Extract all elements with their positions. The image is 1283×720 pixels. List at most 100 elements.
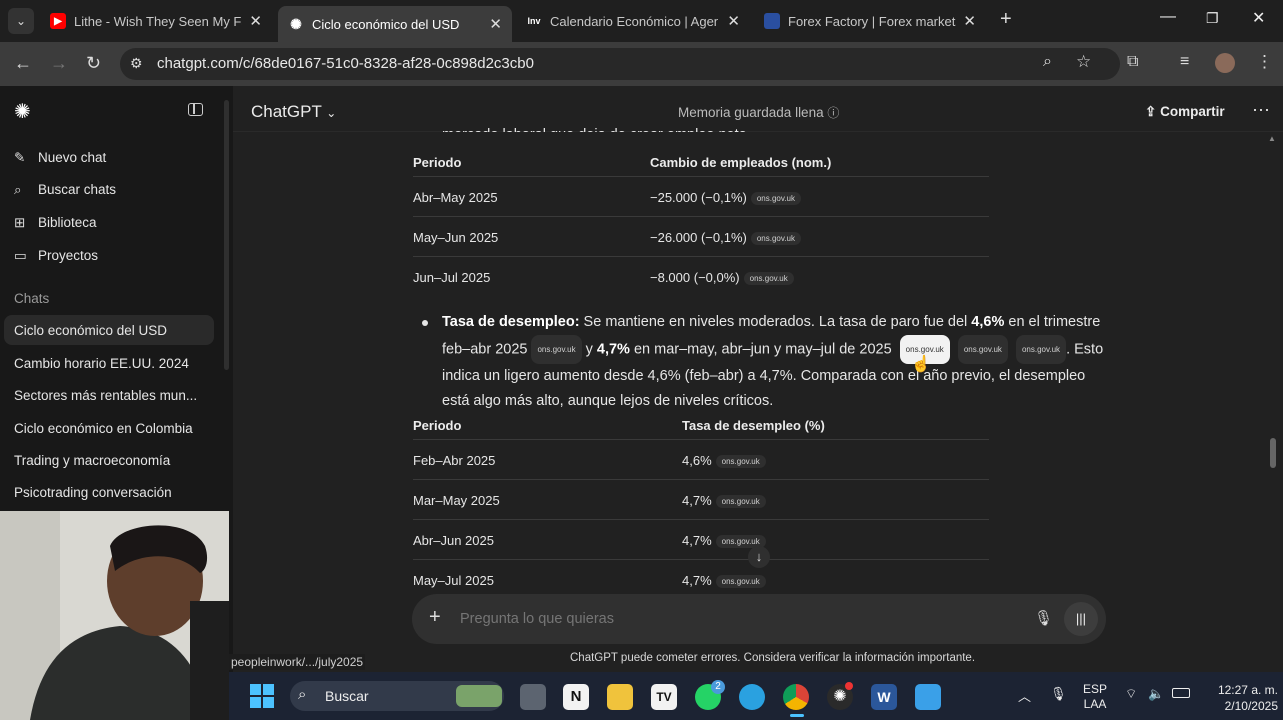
notification-dot bbox=[845, 682, 853, 690]
chat-item[interactable]: Sectores más rentables mun... bbox=[14, 388, 197, 403]
table-cell-value: −8.000 (−0,0%) ons.gov.uk bbox=[650, 270, 794, 286]
table-header-employees: Cambio de empleados (nom.) bbox=[650, 155, 832, 170]
volume-icon[interactable]: 🔈 bbox=[1148, 686, 1164, 702]
citation-chip[interactable]: ons.gov.uk bbox=[531, 335, 582, 364]
minimize-icon[interactable]: — bbox=[1160, 8, 1176, 26]
sidebar-item-search[interactable]: ⌕ Buscar chats bbox=[14, 182, 116, 198]
whatsapp-badge: 2 bbox=[711, 680, 725, 694]
toggle-sidebar-icon[interactable] bbox=[188, 103, 203, 116]
bookmark-star-icon[interactable]: ☆ bbox=[1076, 52, 1091, 72]
tab-youtube[interactable]: ▶ Lithe - Wish They Seen My Face ✕ bbox=[40, 6, 272, 36]
memory-status[interactable]: Memoria guardada llena ⓘ bbox=[678, 104, 839, 121]
message-text-cut: mercado laboral que deja de crear empleo… bbox=[442, 122, 751, 132]
table-rule bbox=[413, 216, 989, 217]
battery-icon[interactable] bbox=[1172, 688, 1190, 698]
file-explorer-icon[interactable] bbox=[607, 684, 633, 710]
youtube-icon: ▶ bbox=[50, 13, 66, 29]
main-scrollbar[interactable] bbox=[1270, 438, 1276, 468]
browser-tab-strip: ⌄ ▶ Lithe - Wish They Seen My Face ✕ ✺ C… bbox=[0, 0, 1283, 42]
back-icon[interactable]: ← bbox=[14, 53, 32, 74]
table-cell-period: May–Jun 2025 bbox=[413, 230, 499, 245]
tab-chatgpt[interactable]: ✺ Ciclo económico del USD ✕ bbox=[278, 6, 512, 42]
table-rule bbox=[413, 479, 989, 480]
citation-chip[interactable]: ons.gov.uk bbox=[1015, 335, 1067, 364]
close-window-icon[interactable]: ✕ bbox=[1252, 8, 1265, 28]
investing-icon: Inv bbox=[527, 16, 541, 26]
chat-item[interactable]: Trading y macroeconomía bbox=[14, 453, 170, 468]
prompt-input[interactable] bbox=[460, 608, 1000, 630]
zoom-icon[interactable]: ⌕ bbox=[1043, 53, 1052, 71]
table-rule bbox=[413, 559, 989, 560]
sidebar-scrollbar[interactable] bbox=[224, 100, 229, 370]
tab-investing[interactable]: Inv Calendario Económico | Agenda ✕ bbox=[516, 6, 750, 36]
reload-icon[interactable]: ↻ bbox=[86, 53, 101, 74]
sidebar-item-projects[interactable]: ▭ Proyectos bbox=[14, 248, 98, 264]
table-header-period: Periodo bbox=[413, 418, 462, 433]
add-attachment-icon[interactable]: + bbox=[429, 606, 441, 629]
forward-icon[interactable]: → bbox=[50, 53, 68, 74]
info-icon: ⓘ bbox=[827, 106, 840, 120]
site-info-icon[interactable]: ⚙ bbox=[130, 55, 143, 72]
chat-item[interactable]: Ciclo económico en Colombia bbox=[14, 421, 193, 436]
citation-chip[interactable]: ons.gov.uk bbox=[750, 232, 801, 246]
windows-start-icon[interactable] bbox=[250, 684, 274, 708]
scroll-up-icon[interactable]: ▲ bbox=[1268, 134, 1276, 143]
library-icon: ⊞ bbox=[14, 215, 26, 230]
citation-chip[interactable]: ons.gov.uk bbox=[715, 575, 766, 589]
table-header-unemployment: Tasa de desempleo (%) bbox=[682, 418, 825, 433]
wifi-icon[interactable]: ⌔ bbox=[1125, 686, 1137, 702]
keyboard-language[interactable]: ESP LAA bbox=[1080, 682, 1110, 712]
word-icon[interactable]: W bbox=[871, 684, 897, 710]
clock[interactable]: 12:27 a. m. 2/10/2025 bbox=[1198, 682, 1278, 714]
table-cell-value: 4,7% ons.gov.uk bbox=[682, 533, 766, 549]
scroll-down-button[interactable]: ↓ bbox=[748, 546, 770, 568]
edit-icon: ✎ bbox=[14, 150, 26, 165]
close-tab-icon[interactable]: ✕ bbox=[489, 15, 502, 33]
share-button[interactable]: ⇪ Compartir bbox=[1145, 104, 1225, 120]
sidebar-item-library[interactable]: ⊞ Biblioteca bbox=[14, 215, 97, 231]
citation-chip[interactable]: ons.gov.uk bbox=[743, 272, 794, 286]
extensions-icon[interactable]: ⧉ bbox=[1127, 53, 1138, 71]
chatgpt-logo-icon[interactable]: ✺ bbox=[14, 99, 31, 124]
table-rule bbox=[413, 176, 989, 177]
chat-item[interactable]: Cambio horario EE.UU. 2024 bbox=[14, 356, 189, 371]
new-tab-button[interactable]: + bbox=[1000, 8, 1012, 31]
telegram-icon[interactable] bbox=[739, 684, 765, 710]
more-options-icon[interactable]: ⋯ bbox=[1252, 100, 1270, 121]
close-tab-icon[interactable]: ✕ bbox=[963, 12, 976, 30]
citation-chip[interactable]: ons.gov.uk bbox=[715, 455, 766, 469]
microphone-icon[interactable]: 🎙 bbox=[1034, 609, 1053, 627]
close-tab-icon[interactable]: ✕ bbox=[727, 12, 740, 30]
link-status-url: peopleinwork/.../july2025 bbox=[229, 654, 366, 670]
mouse-cursor-icon: ☝ bbox=[911, 356, 931, 373]
chrome-icon[interactable] bbox=[783, 684, 809, 710]
citation-chip[interactable]: ons.gov.uk bbox=[715, 495, 766, 509]
media-control-icon[interactable]: ≡ bbox=[1180, 53, 1189, 71]
table-cell-period: Feb–Abr 2025 bbox=[413, 453, 496, 468]
search-highlight-icon bbox=[456, 685, 502, 707]
tray-chevron-icon[interactable]: ︿ bbox=[1018, 686, 1031, 705]
photos-icon[interactable] bbox=[915, 684, 941, 710]
browser-menu-icon[interactable]: ⋮ bbox=[1256, 52, 1273, 72]
tab-forexfactory[interactable]: Forex Factory | Forex markets fo ✕ bbox=[754, 6, 986, 36]
url-text[interactable]: chatgpt.com/c/68de0167-51c0-8328-af28-0c… bbox=[157, 55, 534, 72]
task-view-icon[interactable] bbox=[520, 684, 546, 710]
model-selector[interactable]: ChatGPT ⌄ bbox=[251, 102, 336, 122]
tradingview-icon[interactable]: TV bbox=[651, 684, 677, 710]
chat-item[interactable]: Psicotrading conversación bbox=[14, 485, 172, 500]
forexfactory-icon bbox=[764, 13, 780, 29]
citation-chip[interactable]: ons.gov.uk bbox=[750, 192, 801, 206]
restore-icon[interactable]: ❐ bbox=[1206, 10, 1219, 27]
voice-mode-button[interactable]: ||| bbox=[1064, 602, 1098, 636]
citation-chip[interactable]: ons.gov.uk bbox=[957, 335, 1008, 364]
header-divider bbox=[233, 131, 1283, 132]
tray-mic-icon[interactable]: 🎙 bbox=[1050, 686, 1067, 702]
chat-item[interactable]: Ciclo económico del USD bbox=[14, 323, 167, 338]
webcam-overlay bbox=[0, 511, 229, 720]
sidebar-item-new-chat[interactable]: ✎ Nuevo chat bbox=[14, 150, 106, 166]
tab-list-chevron-icon[interactable]: ⌄ bbox=[8, 8, 34, 34]
notion-icon[interactable]: N bbox=[563, 684, 589, 710]
close-tab-icon[interactable]: ✕ bbox=[249, 12, 262, 30]
taskbar-search-label: Buscar bbox=[325, 688, 369, 704]
profile-avatar[interactable] bbox=[1215, 53, 1235, 73]
